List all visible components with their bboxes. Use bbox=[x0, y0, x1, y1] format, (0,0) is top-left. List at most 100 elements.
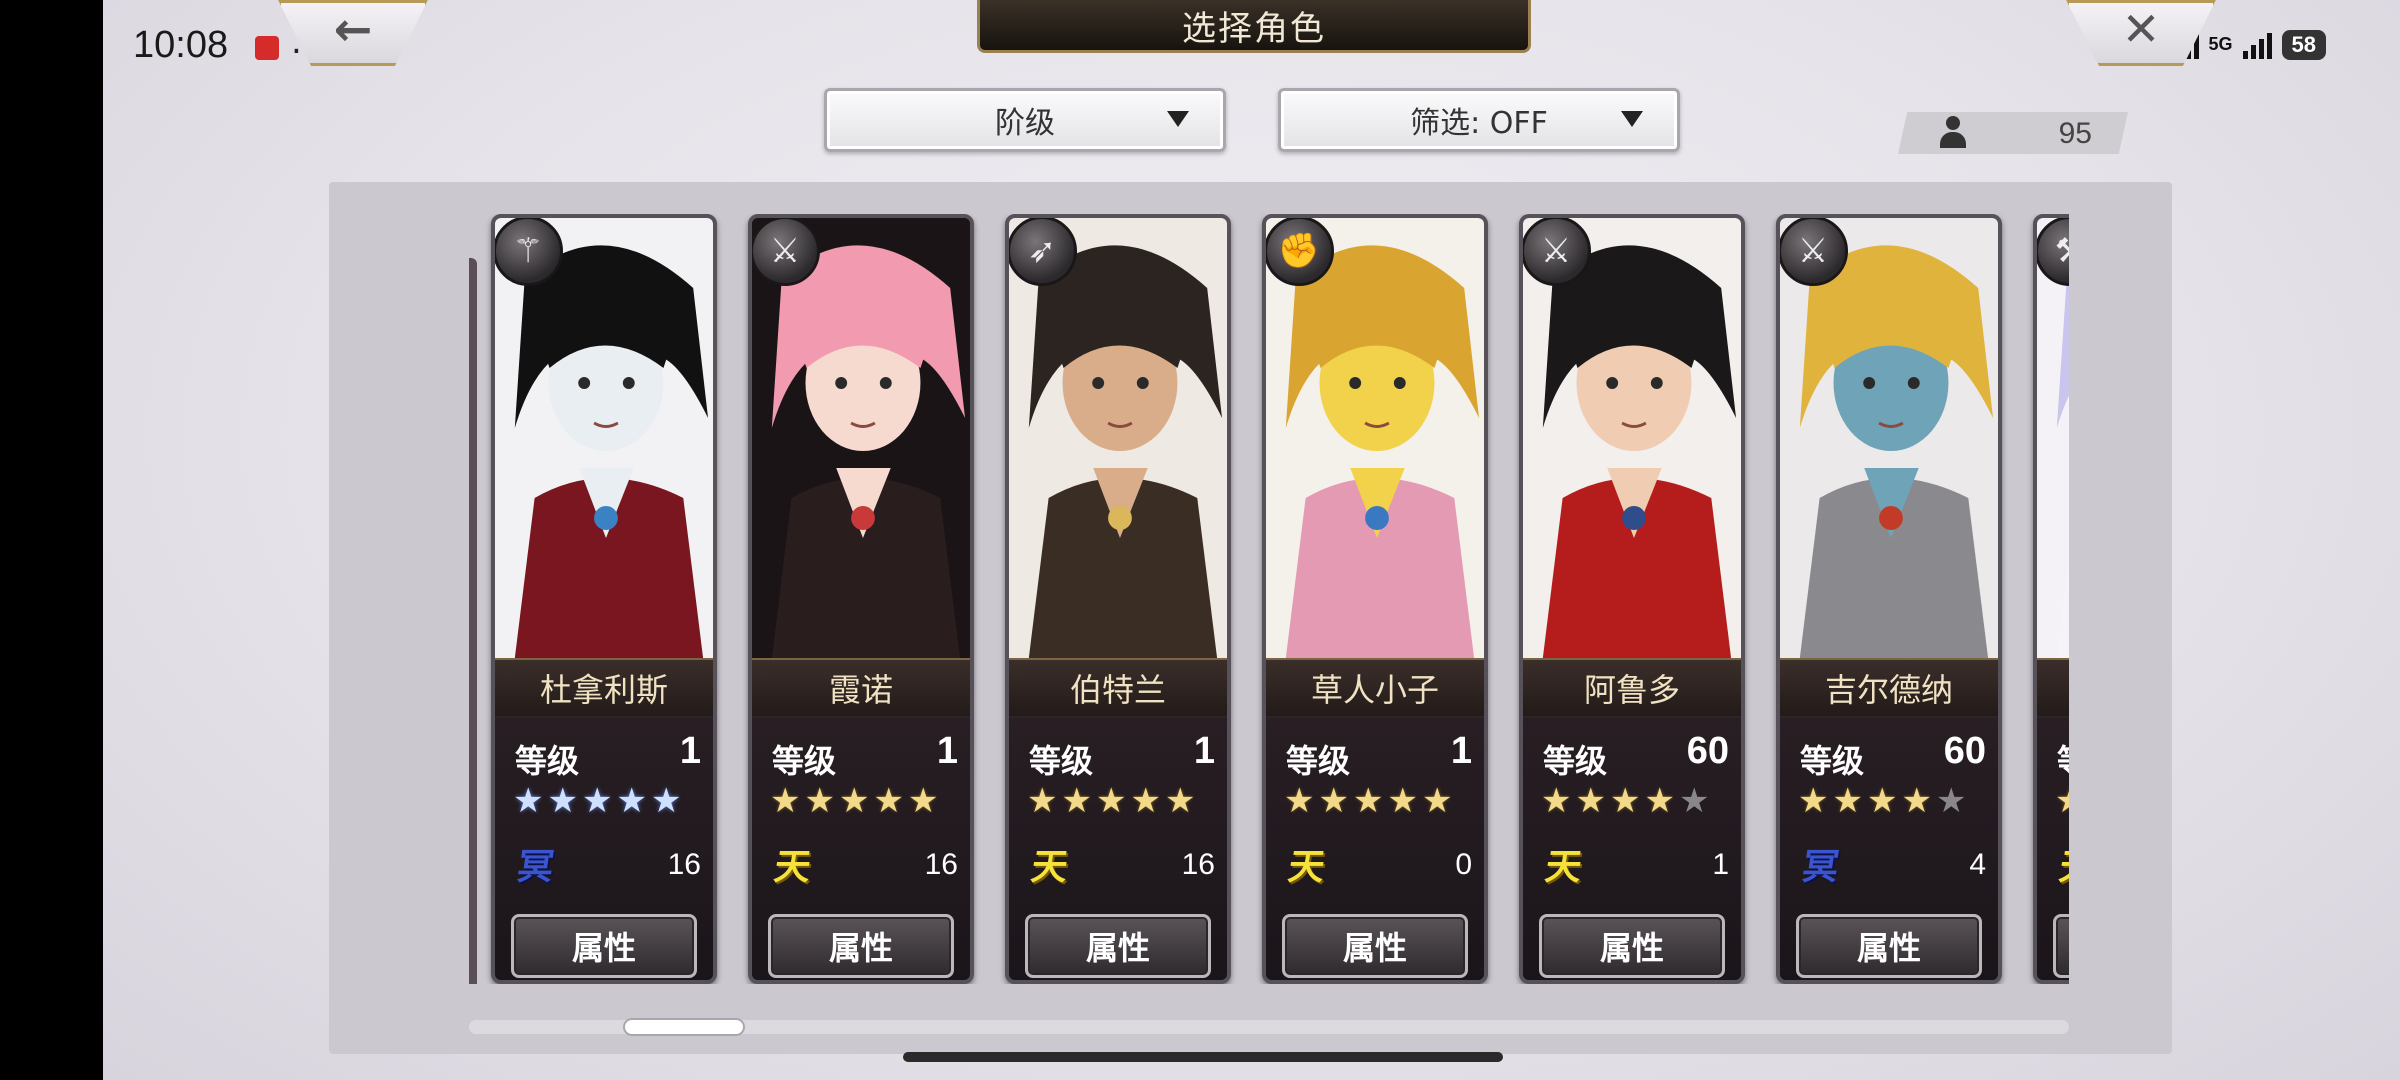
type-count: 16 bbox=[1181, 848, 1215, 881]
star-icon: ★ bbox=[547, 781, 578, 821]
signal-icon-2 bbox=[2242, 31, 2272, 59]
character-card[interactable]: ⚔ 吉尔德纳 等级 60 ★ ★ ★ ★ ★ 冥 4 属性 bbox=[1776, 214, 2002, 984]
character-list-panel: ⚚ 杜拿利斯 等级 1 ★ ★ ★ ★ ★ 冥 16 属性 ⚔ 霞诺 等级 1 … bbox=[329, 182, 2172, 1054]
home-indicator[interactable] bbox=[903, 1052, 1503, 1062]
type-icon: 天 bbox=[771, 847, 814, 888]
character-card[interactable]: ⚚ 杜拿利斯 等级 1 ★ ★ ★ ★ ★ 冥 16 属性 bbox=[491, 214, 717, 984]
close-icon: ✕ bbox=[2121, 2, 2161, 56]
rarity-stars: ★★★★★ bbox=[1541, 784, 1709, 818]
level-label: 等级 bbox=[1286, 742, 1351, 780]
character-card[interactable]: ➶ 伯特兰 等级 1 ★ ★ ★ ★ ★ 天 16 属性 bbox=[1005, 214, 1231, 984]
rarity-stars: ★★★★★ bbox=[1798, 784, 1966, 818]
character-info: 等级 60 ★★★★★ 天 4 属性 bbox=[2037, 716, 2069, 980]
level-label: 等级 bbox=[515, 742, 580, 780]
game-screen: 10:08 ... ∗ 5G 5G 58 ← ✕ 选择角色 阶级 筛选: OFF… bbox=[103, 0, 2400, 1080]
level-label: 等级 bbox=[772, 742, 837, 780]
staff-icon: ⚚ bbox=[495, 218, 563, 286]
attribute-button[interactable]: 属性 bbox=[1025, 914, 1211, 978]
type-icon: 天 bbox=[1542, 847, 1585, 888]
type-icon: 冥 bbox=[514, 847, 557, 888]
user-icon bbox=[1938, 116, 1968, 150]
star-icon: ★ bbox=[1609, 781, 1641, 821]
star-icon: ★ bbox=[1866, 781, 1898, 821]
character-info: 等级 60 ★ ★ ★ ★ ★ 天 1 属性 bbox=[1523, 716, 1741, 980]
star-icon: ★ bbox=[581, 781, 613, 821]
sort-dropdown-label: 阶级 bbox=[995, 106, 1055, 141]
level-label: 等级 bbox=[1029, 742, 1094, 780]
sword-icon: ⚔ bbox=[1523, 218, 1591, 286]
rarity-stars: ★★★★★ bbox=[2055, 784, 2069, 818]
character-card[interactable]: ⚔ 阿鲁多 等级 60 ★ ★ ★ ★ ★ 天 1 属性 bbox=[1519, 214, 1745, 984]
attribute-button[interactable]: 属性 bbox=[1282, 914, 1468, 978]
sort-dropdown[interactable]: 阶级 bbox=[824, 88, 1226, 152]
star-icon: ★ bbox=[1678, 781, 1710, 821]
level-value: 1 bbox=[679, 730, 701, 772]
star-icon: ★ bbox=[2055, 784, 2069, 818]
star-icon: ★ bbox=[770, 781, 801, 821]
spear-icon: ➶ bbox=[1009, 218, 1077, 286]
type-count: 0 bbox=[1455, 848, 1472, 881]
star-icon: ★ bbox=[616, 781, 647, 821]
level-label: 等级 bbox=[2057, 736, 2069, 782]
character-card[interactable]: ⚒ 猫可可 等级 60 ★★★★★ bbox=[2033, 214, 2069, 984]
star-icon: ★ bbox=[1352, 781, 1384, 821]
chevron-down-icon bbox=[1167, 111, 1189, 127]
character-count: 95 bbox=[1898, 112, 2128, 154]
rarity-stars: ★★★★★ bbox=[513, 784, 681, 818]
attribute-button[interactable]: 属性 bbox=[2053, 914, 2069, 978]
star-icon: ★ bbox=[1832, 781, 1863, 821]
network-label-2: 5G bbox=[2208, 34, 2233, 54]
character-name: 伯特兰 bbox=[1009, 658, 1227, 718]
character-info: 等级 1 ★ ★ ★ ★ ★ 天 16 属性 bbox=[752, 716, 970, 980]
level-value: 1 bbox=[936, 730, 958, 772]
rarity-stars: ★★★★★ bbox=[1284, 784, 1452, 818]
attribute-button[interactable]: 属性 bbox=[768, 914, 954, 978]
partial-card bbox=[469, 258, 477, 984]
star-icon: ★ bbox=[1644, 781, 1675, 821]
star-icon: ★ bbox=[1798, 781, 1829, 821]
level-label: 等级 bbox=[1543, 742, 1608, 780]
chevron-down-icon bbox=[1621, 111, 1643, 127]
character-carousel[interactable]: ⚚ 杜拿利斯 等级 1 ★ ★ ★ ★ ★ 冥 16 属性 ⚔ 霞诺 等级 1 … bbox=[469, 214, 2069, 984]
page-title: 选择角色 bbox=[977, 0, 1531, 53]
sword-icon: ⚔ bbox=[1780, 218, 1848, 286]
character-info: 等级 1 ★ ★ ★ ★ ★ 冥 16 属性 bbox=[495, 716, 713, 980]
type-icon: 冥 bbox=[1799, 847, 1842, 888]
character-name: 阿鲁多 bbox=[1523, 658, 1741, 718]
star-icon: ★ bbox=[1421, 781, 1453, 821]
back-arrow-icon: ← bbox=[333, 2, 373, 56]
status-time: 10:08 bbox=[133, 24, 229, 66]
character-name: 猫可可 bbox=[2037, 658, 2069, 718]
attribute-button[interactable]: 属性 bbox=[1796, 914, 1982, 978]
type-count: 1 bbox=[1712, 848, 1729, 881]
type-count: 16 bbox=[924, 848, 958, 881]
character-name: 杜拿利斯 bbox=[495, 658, 713, 718]
star-icon: ★ bbox=[1387, 781, 1418, 821]
level-label: 等级 bbox=[1800, 742, 1865, 780]
type-icon: 天 bbox=[1285, 847, 1328, 888]
star-icon: ★ bbox=[1095, 781, 1127, 821]
sword-icon: ⚔ bbox=[752, 218, 820, 286]
level-value: 60 bbox=[1943, 730, 1986, 772]
level-value: 1 bbox=[1193, 730, 1215, 772]
star-icon: ★ bbox=[1901, 781, 1932, 821]
character-card[interactable]: ✊ 草人小子 等级 1 ★ ★ ★ ★ ★ 天 0 属性 bbox=[1262, 214, 1488, 984]
character-card[interactable]: ⚔ 霞诺 等级 1 ★ ★ ★ ★ ★ 天 16 属性 bbox=[748, 214, 974, 984]
rarity-stars: ★★★★★ bbox=[770, 784, 938, 818]
type-icon: 天 bbox=[2056, 847, 2069, 888]
level-value: 60 bbox=[1686, 730, 1729, 772]
filter-dropdown-label: 筛选: OFF bbox=[1410, 106, 1548, 141]
filter-dropdown[interactable]: 筛选: OFF bbox=[1278, 88, 1680, 152]
star-icon: ★ bbox=[1130, 781, 1161, 821]
star-icon: ★ bbox=[873, 781, 904, 821]
character-name: 吉尔德纳 bbox=[1780, 658, 1998, 718]
fist-icon: ✊ bbox=[1266, 218, 1334, 286]
star-icon: ★ bbox=[1164, 781, 1196, 821]
battery-indicator: 58 bbox=[2281, 29, 2326, 60]
scrollbar-thumb[interactable] bbox=[623, 1018, 745, 1036]
attribute-button[interactable]: 属性 bbox=[1539, 914, 1725, 978]
attribute-button[interactable]: 属性 bbox=[511, 914, 697, 978]
rarity-stars: ★★★★★ bbox=[1027, 784, 1195, 818]
level-value: 1 bbox=[1450, 730, 1472, 772]
star-icon: ★ bbox=[1575, 781, 1606, 821]
